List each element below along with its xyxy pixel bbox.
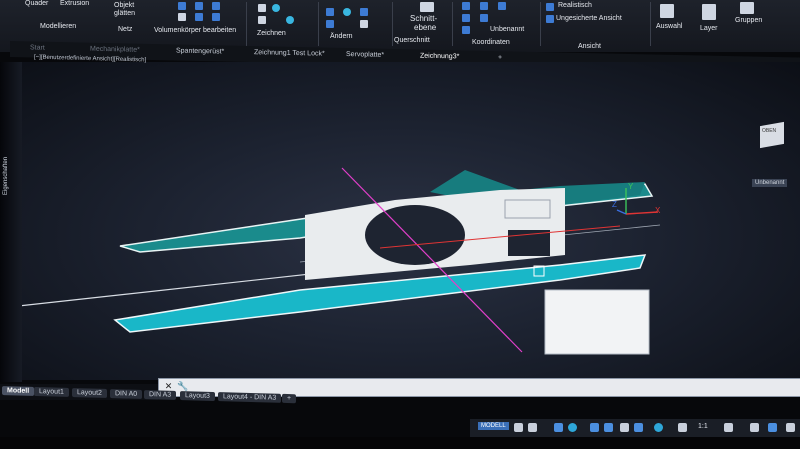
ucs-x-label: X bbox=[655, 206, 661, 215]
snap-icon[interactable] bbox=[528, 423, 537, 432]
otrack-icon[interactable] bbox=[604, 423, 613, 432]
ucs-z-axis bbox=[616, 209, 627, 215]
annotation-icon[interactable] bbox=[678, 423, 687, 432]
ortho-icon[interactable] bbox=[554, 423, 563, 432]
menu-icon[interactable] bbox=[786, 423, 795, 432]
properties-palette-label[interactable]: Eigenschaften bbox=[3, 157, 9, 195]
viewcube[interactable]: OBEN bbox=[748, 112, 800, 174]
viewcube-label: OBEN bbox=[762, 128, 777, 134]
tab-layout1[interactable]: Layout1 bbox=[34, 386, 69, 397]
ucs-y-label: Y bbox=[628, 182, 634, 191]
isolate-icon[interactable] bbox=[768, 423, 777, 432]
polar-icon[interactable] bbox=[568, 423, 577, 432]
tab-layout3[interactable]: Layout3 bbox=[180, 391, 215, 402]
properties-palette-strip[interactable] bbox=[0, 62, 22, 382]
monitor-bezel bbox=[0, 437, 800, 449]
lineweight-icon[interactable] bbox=[620, 423, 629, 432]
plus-icon[interactable] bbox=[750, 423, 759, 432]
add-layout-button[interactable]: + bbox=[282, 393, 297, 404]
tab-din-a0[interactable]: DIN A0 bbox=[110, 389, 143, 399]
osnap-icon[interactable] bbox=[590, 423, 599, 432]
transparency-icon[interactable] bbox=[634, 423, 643, 432]
ucs-z-label: Z bbox=[612, 200, 617, 209]
preview-box bbox=[544, 289, 650, 355]
gizmo-icon[interactable] bbox=[654, 423, 663, 432]
tab-din-a3[interactable]: DIN A3 bbox=[144, 390, 177, 400]
plate-cutout bbox=[365, 205, 465, 265]
viewcube-face[interactable] bbox=[760, 121, 784, 149]
annotation-scale[interactable]: 1:1 bbox=[698, 423, 708, 430]
status-bar: 1:1 bbox=[470, 419, 800, 437]
tab-layout2[interactable]: Layout2 bbox=[72, 388, 107, 398]
view-name-button[interactable]: Unbenannt bbox=[752, 179, 788, 187]
workspace-gear-icon[interactable] bbox=[724, 423, 733, 432]
tab-layout4-din-a3[interactable]: Layout4 - DIN A3 bbox=[218, 392, 282, 403]
grid-icon[interactable] bbox=[514, 423, 523, 432]
tab-modell[interactable]: Modell bbox=[2, 386, 35, 396]
ucs-x-axis bbox=[625, 211, 659, 215]
model-space-button[interactable]: MODELL bbox=[478, 422, 509, 430]
